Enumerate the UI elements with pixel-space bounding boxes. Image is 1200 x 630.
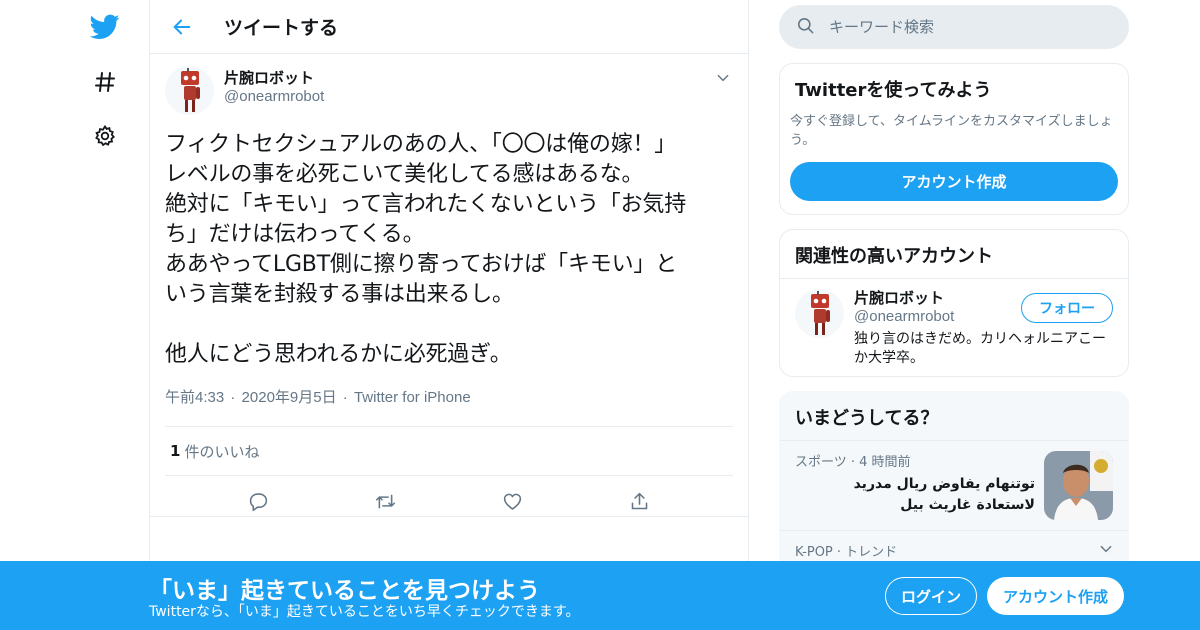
trend-item[interactable]: スポーツ · 4 時間前 توتنهام يفاوض ريال مدريد لا… — [780, 441, 1128, 531]
trends-card: いまどうしてる？ スポーツ · 4 時間前 توتنهام يفاوض ريال… — [779, 391, 1129, 581]
follow-button[interactable]: フォロー — [1021, 293, 1113, 323]
author-name[interactable]: 片腕ロボット — [224, 68, 324, 88]
signup-card-description: 今すぐ登録して、タイムラインをカスタマイズしましょう。 — [790, 114, 1113, 148]
tweet-actions — [165, 476, 733, 526]
create-account-button[interactable]: アカウント作成 — [790, 162, 1118, 201]
avatar[interactable] — [165, 66, 214, 115]
like-count: 1 — [170, 442, 181, 460]
tweet-text: フィクトセクシュアルのあの人、「〇〇は俺の嫁！」 レベルの事を必死こいて美化して… — [165, 132, 687, 367]
login-button[interactable]: ログイン — [885, 577, 977, 615]
twitter-logo-icon[interactable] — [86, 8, 124, 46]
tweet-header: 片腕ロボット @onearmrobot — [165, 66, 733, 126]
meta-separator: · — [230, 389, 236, 406]
tweet-date[interactable]: 2020年9月5日 — [242, 389, 337, 406]
left-nav — [0, 0, 150, 630]
chevron-down-icon[interactable] — [1099, 541, 1113, 560]
related-account-bio: 独り言のはきだめ。カリヘォルニアこーか大学卒。 — [854, 331, 1106, 366]
related-account[interactable]: 片腕ロボット @onearmrobot 独り言のはきだめ。カリヘォルニアこーか大… — [780, 279, 1128, 376]
hashtag-icon[interactable] — [86, 63, 124, 101]
tweet: 片腕ロボット @onearmrobot フィクトセクシュアルのあの人、「〇〇は俺… — [150, 54, 748, 526]
meta-separator: · — [342, 389, 348, 406]
author-handle[interactable]: @onearmrobot — [224, 88, 324, 106]
chevron-down-icon[interactable] — [713, 68, 733, 88]
like-count-label: 件のいいね — [184, 442, 260, 461]
trend-meta: K-POP · トレンド — [795, 545, 898, 560]
page-title: ツイートする — [224, 17, 339, 39]
signup-button[interactable]: アカウント作成 — [987, 577, 1124, 615]
main-column: ツイートする 片腕ロボット @onearmrobot フィクトセクシュアルのあの… — [149, 0, 749, 630]
search-icon — [796, 16, 815, 39]
retweet-icon[interactable] — [368, 483, 404, 519]
tweet-meta: 午前4:33 · 2020年9月5日 · Twitter for iPhone — [165, 386, 733, 412]
right-sidebar: Twitterを使ってみよう 今すぐ登録して、タイムラインをカスタマイズしましょ… — [779, 0, 1129, 581]
tweet-time[interactable]: 午前4:33 — [165, 389, 224, 406]
search-input[interactable] — [829, 18, 1089, 36]
like-icon[interactable] — [495, 483, 531, 519]
trend-thumbnail — [1044, 451, 1113, 520]
related-accounts-title: 関連性の高いアカウント — [780, 230, 1128, 279]
tweet-author: 片腕ロボット @onearmrobot — [224, 68, 324, 106]
signup-card: Twitterを使ってみよう 今すぐ登録して、タイムラインをカスタマイズしましょ… — [779, 63, 1129, 215]
gear-icon[interactable] — [86, 117, 124, 155]
trend-headline: توتنهام يفاوض ريال مدريد لاستعادة غاريث … — [853, 476, 1035, 513]
banner-subtitle: Twitterなら、「いま」起きていることをいち早くチェックできます。 — [149, 604, 580, 620]
divider — [150, 516, 748, 517]
avatar[interactable] — [795, 289, 844, 338]
reply-icon[interactable] — [241, 483, 277, 519]
signup-banner: 「いま」起きていることを見つけよう Twitterなら、「いま」起きていることを… — [0, 561, 1200, 630]
related-accounts-card: 関連性の高いアカウント 片腕ロボット @onearmrobot 独り言のはきだめ… — [779, 229, 1129, 377]
signup-card-title: Twitterを使ってみよう — [795, 80, 992, 101]
like-count-row[interactable]: 1 件のいいね — [165, 426, 733, 476]
trends-title: いまどうしてる？ — [780, 392, 1128, 441]
banner-title: 「いま」起きていることを見つけよう — [149, 578, 540, 604]
tweet-source[interactable]: Twitter for iPhone — [354, 389, 471, 406]
arrow-left-icon[interactable] — [152, 0, 212, 54]
share-icon[interactable] — [622, 483, 658, 519]
page-header: ツイートする — [150, 0, 748, 54]
search-box[interactable] — [779, 5, 1129, 49]
